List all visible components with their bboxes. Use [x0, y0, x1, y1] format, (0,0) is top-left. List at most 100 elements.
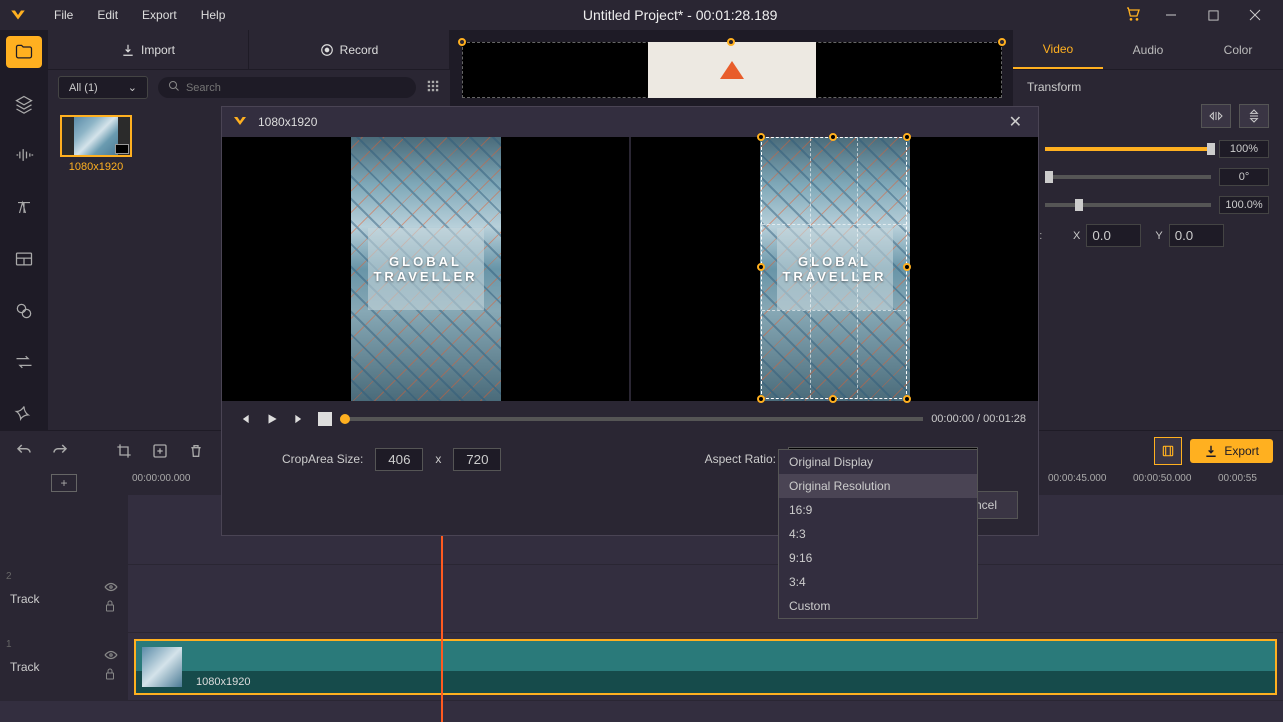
lock-icon[interactable]	[104, 599, 118, 616]
lock-icon[interactable]	[104, 667, 118, 684]
menu-help[interactable]: Help	[191, 4, 236, 26]
track-content[interactable]	[128, 565, 1283, 632]
app-logo-icon	[232, 113, 250, 131]
flip-horizontal-button[interactable]	[1201, 104, 1231, 128]
thumbnail-label: 1080x1920	[69, 161, 123, 173]
clip-label: 1080x1920	[196, 676, 250, 688]
search-box[interactable]	[158, 77, 416, 98]
crop-height-input[interactable]	[453, 448, 501, 471]
aspect-option[interactable]: Original Display	[779, 450, 977, 474]
preview-content	[720, 61, 744, 79]
delete-button[interactable]	[182, 437, 210, 465]
rotate-slider[interactable]	[1045, 175, 1211, 179]
title-bar: File Edit Export Help Untitled Project* …	[0, 0, 1283, 30]
search-icon	[168, 80, 180, 95]
sidebar-media-icon[interactable]	[6, 36, 42, 68]
stop-button[interactable]	[318, 412, 332, 426]
track-row: 1 Track 1080x1920	[0, 633, 1283, 701]
crop-size-label: CropArea Size:	[282, 452, 363, 466]
record-label: Record	[340, 43, 379, 57]
position-y-input[interactable]	[1169, 224, 1224, 247]
transform-heading: Transform	[1027, 80, 1269, 94]
time-display: 00:00:00 / 00:01:28	[931, 413, 1026, 425]
undo-button[interactable]	[10, 437, 38, 465]
menu-export[interactable]: Export	[132, 4, 187, 26]
track-label: Track	[10, 592, 40, 606]
maximize-button[interactable]	[1193, 1, 1233, 29]
grid-view-icon[interactable]	[426, 79, 440, 96]
close-button[interactable]	[1235, 1, 1275, 29]
aspect-ratio-menu: Original Display Original Resolution 16:…	[778, 449, 978, 619]
menu-edit[interactable]: Edit	[87, 4, 128, 26]
redo-button[interactable]	[46, 437, 74, 465]
dialog-close-button[interactable]: ✕	[1003, 112, 1028, 132]
aspect-option[interactable]: Custom	[779, 594, 977, 618]
track-row: 2 Track	[0, 565, 1283, 633]
record-tab[interactable]: Record	[249, 30, 450, 69]
sidebar-layers-icon[interactable]	[6, 88, 42, 120]
opacity-slider[interactable]	[1045, 147, 1211, 151]
import-label: Import	[141, 43, 175, 57]
aspect-option[interactable]: 16:9	[779, 498, 977, 522]
import-tab[interactable]: Import	[48, 30, 249, 69]
rotate-value[interactable]: 0°	[1219, 168, 1269, 186]
aspect-ratio-label: Aspect Ratio:	[705, 452, 776, 466]
scale-slider[interactable]	[1045, 203, 1211, 207]
scale-value[interactable]: 100.0%	[1219, 196, 1269, 214]
properties-panel: Video Audio Color Transform ty: 100% e:	[1013, 30, 1283, 430]
visibility-icon[interactable]	[104, 581, 118, 595]
media-thumbnail[interactable]: 1080x1920	[58, 115, 134, 173]
track-content[interactable]: 1080x1920	[128, 633, 1283, 700]
media-filter-dropdown[interactable]: All (1) ⌄	[58, 76, 148, 99]
sidebar-audio-icon[interactable]	[6, 140, 42, 172]
crop-dialog: 1080x1920 ✕ GLOBAL TRAVELLER GLOBAL TRAV…	[221, 106, 1039, 536]
preview-canvas[interactable]	[462, 42, 1002, 98]
track-label: Track	[10, 660, 40, 674]
sidebar-overlay-icon[interactable]	[6, 243, 42, 275]
aspect-option[interactable]: 3:4	[779, 570, 977, 594]
window-title: Untitled Project* - 00:01:28.189	[235, 7, 1125, 23]
next-frame-button[interactable]	[290, 409, 310, 429]
video-badge-icon	[115, 144, 129, 154]
play-button[interactable]	[262, 409, 282, 429]
tab-audio[interactable]: Audio	[1103, 30, 1193, 69]
sidebar-elements-icon[interactable]	[6, 295, 42, 327]
dialog-title: 1080x1920	[258, 115, 1003, 129]
playback-bar: 00:00:00 / 00:01:28	[222, 401, 1038, 437]
add-track-button[interactable]: +	[51, 474, 77, 492]
visibility-icon[interactable]	[104, 649, 118, 663]
export-button[interactable]: Export	[1190, 439, 1273, 463]
tab-video[interactable]: Video	[1013, 30, 1103, 69]
add-button[interactable]	[146, 437, 174, 465]
sidebar-text-icon[interactable]	[6, 191, 42, 223]
opacity-value[interactable]: 100%	[1219, 140, 1269, 158]
sidebar-transition-icon[interactable]	[6, 347, 42, 379]
seek-bar[interactable]	[340, 417, 923, 421]
clip[interactable]: 1080x1920	[134, 639, 1277, 695]
aspect-option[interactable]: 4:3	[779, 522, 977, 546]
crop-preview-left: GLOBAL TRAVELLER	[222, 137, 629, 401]
minimize-button[interactable]	[1151, 1, 1191, 29]
position-x-input[interactable]	[1086, 224, 1141, 247]
cart-icon[interactable]	[1125, 6, 1141, 25]
aspect-option[interactable]: Original Resolution	[779, 474, 977, 498]
crop-box[interactable]	[761, 137, 907, 399]
app-logo-icon	[8, 5, 28, 25]
dialog-header[interactable]: 1080x1920 ✕	[222, 107, 1038, 137]
crop-width-input[interactable]	[375, 448, 423, 471]
menu-bar: File Edit Export Help	[44, 4, 235, 26]
sidebar-effects-icon[interactable]	[6, 398, 42, 430]
menu-file[interactable]: File	[44, 4, 83, 26]
render-button[interactable]	[1154, 437, 1182, 465]
flip-vertical-button[interactable]	[1239, 104, 1269, 128]
chevron-down-icon: ⌄	[128, 81, 137, 94]
clip-thumbnail	[142, 647, 182, 687]
tab-color[interactable]: Color	[1193, 30, 1283, 69]
crop-preview-right[interactable]: GLOBAL TRAVELLER	[629, 137, 1038, 401]
thumbnail-image	[60, 115, 132, 157]
prev-frame-button[interactable]	[234, 409, 254, 429]
left-sidebar	[0, 30, 48, 430]
crop-button[interactable]	[110, 437, 138, 465]
search-input[interactable]	[186, 82, 406, 94]
aspect-option[interactable]: 9:16	[779, 546, 977, 570]
